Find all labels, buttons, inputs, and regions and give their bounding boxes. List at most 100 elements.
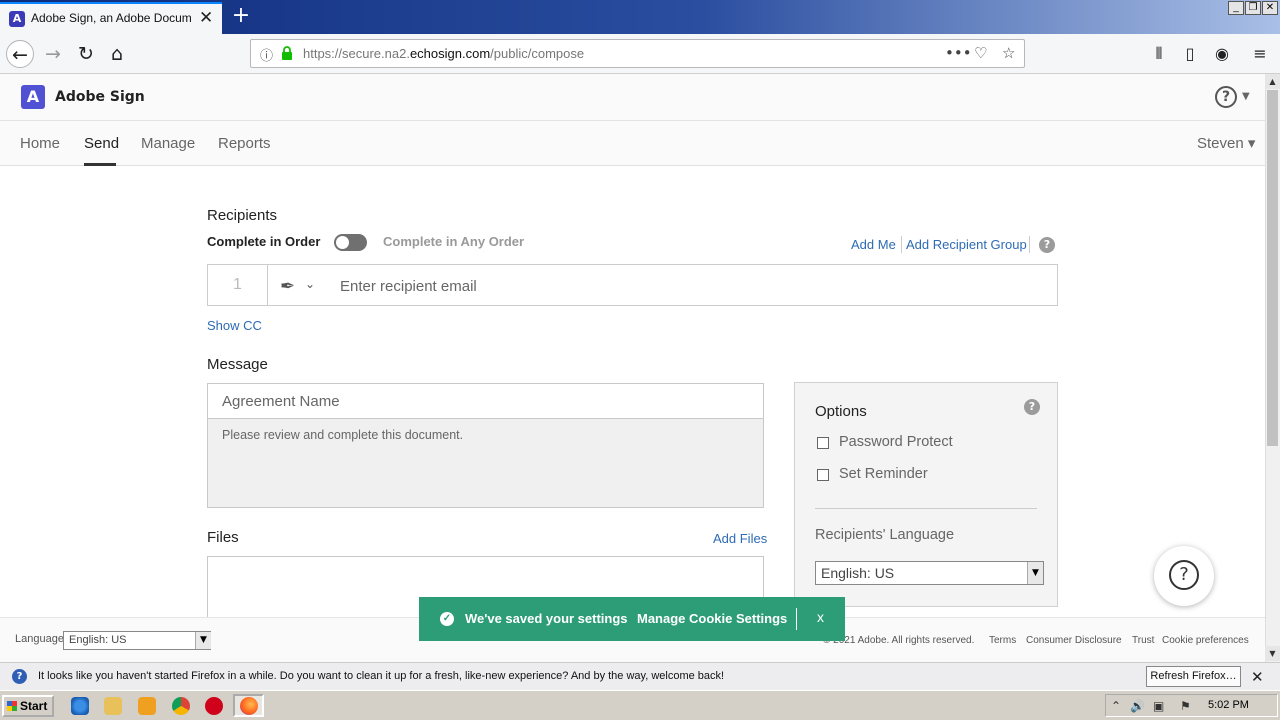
browser-tab[interactable]: A Adobe Sign, an Adobe Document C ✕ [0,2,222,34]
firefox-taskbar-button[interactable] [233,694,264,717]
maximize-button[interactable]: ❐ [1245,1,1261,15]
url-text: https://secure.na2.echosign.com/public/c… [303,46,585,61]
add-recipient-group-link[interactable]: Add Recipient Group [906,237,1027,252]
footer-language-select[interactable]: English: US [63,631,211,650]
signer-role-pen-icon[interactable]: ✒ [280,276,295,297]
help-icon[interactable]: ? [1215,86,1237,108]
terms-link[interactable]: Terms [989,635,1016,646]
scroll-up-arrow-icon[interactable]: ▲ [1265,74,1280,89]
account-icon[interactable]: ◉ [1208,40,1236,68]
close-window-button[interactable]: ✕ [1262,1,1278,15]
opera-icon[interactable] [205,697,223,715]
recipients-help-icon[interactable]: ? [1039,237,1055,253]
adobe-sign-logo-icon[interactable]: A [21,85,45,109]
trust-link[interactable]: Trust [1132,635,1154,646]
menu-icon[interactable]: ≡ [1246,40,1274,68]
firefox-icon [240,697,258,715]
active-tab-indicator [84,163,116,166]
media-player-icon[interactable] [138,697,156,715]
pocket-icon[interactable]: ♡ [974,44,987,62]
sidebar-icon[interactable]: ▯ [1176,40,1204,68]
flag-icon[interactable]: ⚑ [1180,699,1191,713]
notification-text: It looks like you haven't started Firefo… [38,670,725,682]
scrollbar-thumb[interactable] [1267,90,1278,446]
adobe-sign-favicon-icon: A [9,11,25,27]
recipients-heading: Recipients [207,207,278,224]
password-protect-checkbox[interactable] [817,437,829,449]
tray-expand-icon[interactable]: ⌃ [1111,699,1121,713]
nav-home[interactable]: Home [20,135,60,152]
minimize-button[interactable]: _ [1228,1,1244,15]
cookie-preferences-link[interactable]: Cookie preferences [1162,635,1249,646]
divider [815,508,1037,509]
add-files-link[interactable]: Add Files [713,531,767,546]
app-header [0,74,1265,121]
firefox-notification-bar: ? It looks like you haven't started Fire… [0,662,1280,690]
consumer-disclosure-link[interactable]: Consumer Disclosure [1026,635,1122,646]
new-tab-button[interactable]: + [228,3,254,29]
agreement-name-input[interactable] [207,383,764,419]
user-menu[interactable]: Steven ▾ [1197,134,1255,152]
recipients-language-label: Recipients' Language [815,527,955,543]
role-chevron-down-icon[interactable]: ⌄ [305,277,315,291]
nav-manage[interactable]: Manage [141,135,195,152]
nav-send[interactable]: Send [84,135,119,152]
recipient-order-number: 1 [208,265,268,305]
back-button[interactable]: ← [6,40,34,68]
show-cc-link[interactable]: Show CC [207,318,262,333]
set-reminder-label: Set Reminder [839,466,928,482]
tab-close-icon[interactable]: ✕ [199,8,213,28]
options-help-icon[interactable]: ? [1024,399,1040,415]
taskbar [0,690,1280,720]
reload-button[interactable]: ↻ [72,40,100,68]
network-icon[interactable]: ▣ [1153,699,1164,713]
files-heading: Files [207,529,239,546]
chevron-down-icon[interactable]: ▼ [1242,91,1250,102]
password-protect-label: Password Protect [839,434,953,450]
checkmark-icon: ✓ [440,612,454,626]
page-actions-icon[interactable]: ••• [945,44,972,62]
notification-close-icon[interactable]: ✕ [1251,668,1264,686]
forward-button[interactable]: → [39,40,67,68]
complete-any-order-label: Complete in Any Order [383,234,525,249]
url-bar[interactable]: ⓘ https://secure.na2.echosign.com/public… [250,39,1025,68]
file-explorer-icon[interactable] [104,697,122,715]
lock-icon [282,46,292,60]
info-icon: ? [12,669,27,684]
message-textarea[interactable]: Please review and complete this document… [207,418,764,508]
toast-close-button[interactable]: x [817,609,824,625]
copyright-text: © 2021 Adobe. All rights reserved. [823,635,975,646]
site-info-icon[interactable]: ⓘ [260,45,273,64]
options-heading: Options [815,403,867,420]
divider [901,236,902,253]
bookmark-star-icon[interactable]: ☆ [1002,44,1015,62]
chevron-down-icon[interactable]: ▼ [1027,562,1043,584]
library-icon[interactable]: ⫴ [1145,40,1173,68]
complete-in-order-label: Complete in Order [207,234,321,249]
start-button[interactable]: Start [2,695,54,717]
recipients-language-select[interactable]: English: US [815,561,1044,585]
order-toggle[interactable] [334,234,367,251]
volume-icon[interactable]: 🔊 [1130,699,1145,713]
chat-help-button[interactable]: ? [1154,546,1214,606]
footer-language-label: Language [15,633,64,645]
tab-title: Adobe Sign, an Adobe Document C [31,11,191,25]
internet-explorer-icon[interactable] [71,697,89,715]
refresh-firefox-button[interactable]: Refresh Firefox… [1146,666,1241,687]
nav-reports[interactable]: Reports [218,135,271,152]
chevron-down-icon[interactable]: ▼ [195,632,211,649]
manage-cookie-settings-link[interactable]: Manage Cookie Settings [637,611,787,626]
set-reminder-checkbox[interactable] [817,469,829,481]
question-icon: ? [1169,560,1199,590]
divider [1029,236,1030,253]
scroll-down-arrow-icon[interactable]: ▼ [1265,646,1280,661]
toast-message: We've saved your settings [465,611,628,626]
add-me-link[interactable]: Add Me [851,237,896,252]
cookie-toast: ✓ We've saved your settings Manage Cooki… [419,597,845,641]
recipient-email-input[interactable] [340,276,1040,296]
brand-name: Adobe Sign [55,89,145,105]
taskbar-clock[interactable]: 5:02 PM [1208,699,1249,711]
chrome-icon[interactable] [172,697,190,715]
home-button[interactable]: ⌂ [103,40,131,68]
message-heading: Message [207,356,268,373]
